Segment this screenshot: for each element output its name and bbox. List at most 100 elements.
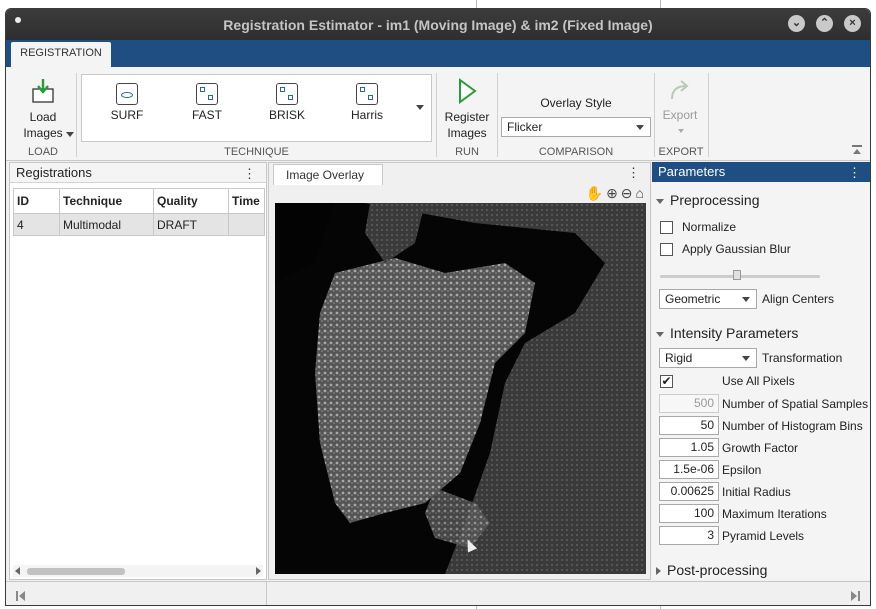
scroll-right-icon[interactable]: [256, 567, 261, 575]
column-header-time[interactable]: Time: [228, 188, 265, 214]
scroll-left-icon[interactable]: [15, 567, 20, 575]
preprocessing-section-header[interactable]: Preprocessing: [656, 192, 760, 208]
align-centers-dropdown[interactable]: Geometric: [659, 289, 757, 309]
load-images-label: Load Images: [23, 110, 63, 140]
histogram-bins-label: Number of Histogram Bins: [722, 419, 863, 433]
postprocessing-section-header[interactable]: Post-processing: [656, 562, 767, 578]
chevron-down-icon: [636, 125, 644, 130]
group-divider: [497, 73, 498, 157]
title-bar[interactable]: Registration Estimator - im1 (Moving Ima…: [6, 9, 870, 40]
window-title: Registration Estimator - im1 (Moving Ima…: [223, 17, 653, 33]
cell-quality[interactable]: DRAFT: [153, 213, 229, 236]
group-divider: [76, 73, 77, 157]
cell-id[interactable]: 4: [13, 213, 60, 236]
chevron-down-icon: [678, 129, 684, 133]
parameters-panel: Parameters ⋮ Preprocessing Normalize App…: [652, 162, 870, 580]
cell-time[interactable]: [228, 213, 265, 236]
more-options-icon[interactable]: ⋮: [243, 164, 256, 184]
last-page-icon[interactable]: [858, 591, 860, 601]
load-images-icon: [32, 79, 54, 103]
tab-image-overlay[interactable]: Image Overlay: [273, 164, 383, 185]
transformation-dropdown[interactable]: Rigid: [659, 348, 757, 368]
registrations-panel-header: Registrations ⋮: [10, 163, 266, 183]
register-images-button[interactable]: Register Images: [440, 77, 494, 141]
spatial-samples-label: Number of Spatial Samples: [722, 397, 869, 411]
initial-radius-field[interactable]: 0.00625: [659, 482, 719, 501]
column-header-technique[interactable]: Technique: [59, 188, 154, 214]
minimize-icon[interactable]: ⌄: [788, 15, 805, 32]
pyramid-levels-label: Pyramid Levels: [722, 529, 805, 543]
harris-icon: [356, 83, 378, 105]
technique-surf[interactable]: SURF: [97, 83, 157, 122]
initial-radius-label: Initial Radius: [722, 485, 791, 499]
group-divider: [708, 73, 709, 157]
chevron-down-icon: [656, 331, 664, 337]
axes-toolbar: ✋⊕⊖⌂: [586, 185, 647, 202]
chevron-down-icon: [656, 198, 664, 204]
export-button[interactable]: Export: [658, 77, 702, 133]
technique-harris[interactable]: Harris: [337, 83, 397, 122]
technique-gallery-expand[interactable]: [416, 105, 424, 110]
ribbon: Load Images LOAD SURF FAST BRISK Harris: [6, 67, 870, 161]
scrollbar-thumb[interactable]: [27, 568, 125, 575]
transformation-value: Rigid: [665, 351, 693, 365]
overlay-style-value: Flicker: [507, 120, 543, 134]
toolstrip-tabs: REGISTRATION: [6, 40, 870, 67]
technique-fast[interactable]: FAST: [177, 83, 237, 122]
column-header-id[interactable]: ID: [13, 188, 60, 214]
first-page-icon-arrow: [19, 591, 25, 601]
growth-factor-label: Growth Factor: [722, 441, 799, 455]
epsilon-label: Epsilon: [722, 463, 762, 477]
max-iterations-field[interactable]: 100: [659, 504, 719, 523]
table-row[interactable]: 4 Multimodal DRAFT: [13, 213, 265, 236]
play-icon: [459, 78, 477, 104]
technique-brisk[interactable]: BRISK: [257, 83, 317, 122]
overlay-style-dropdown[interactable]: Flicker: [501, 117, 651, 137]
horizontal-scrollbar[interactable]: [13, 565, 263, 577]
chevron-down-icon: [742, 356, 750, 361]
cell-technique[interactable]: Multimodal: [59, 213, 154, 236]
pan-icon[interactable]: ✋: [586, 185, 606, 201]
max-iterations-label: Maximum Iterations: [722, 507, 827, 521]
export-group-label: EXPORT: [658, 146, 704, 158]
overlay-image[interactable]: [275, 203, 646, 574]
gaussian-blur-label: Apply Gaussian Blur: [682, 242, 791, 256]
register-images-label: Register Images: [444, 110, 490, 140]
maximize-icon[interactable]: ⌃: [816, 15, 833, 32]
export-label: Export: [662, 108, 698, 122]
chevron-down-icon: [66, 132, 74, 137]
postprocessing-label: Post-processing: [667, 562, 768, 578]
normalize-checkbox[interactable]: [660, 221, 673, 234]
load-images-button[interactable]: Load Images: [14, 77, 74, 141]
brisk-icon: [276, 83, 298, 105]
close-icon[interactable]: ×: [844, 15, 861, 32]
use-all-pixels-label: Use All Pixels: [722, 374, 795, 388]
zoom-in-icon[interactable]: ⊕: [606, 185, 621, 201]
fast-icon: [196, 83, 218, 105]
histogram-bins-field[interactable]: 50: [659, 416, 719, 435]
column-header-quality[interactable]: Quality: [153, 188, 229, 214]
use-all-pixels-checkbox[interactable]: ✔: [660, 375, 673, 388]
table-header-row: ID Technique Quality Time: [13, 188, 265, 214]
gaussian-blur-checkbox[interactable]: [660, 243, 673, 256]
first-page-icon[interactable]: [16, 591, 18, 601]
more-options-icon[interactable]: ⋮: [627, 165, 640, 181]
intensity-section-header[interactable]: Intensity Parameters: [656, 325, 798, 341]
status-divider: [266, 582, 267, 605]
zoom-out-icon[interactable]: ⊖: [621, 185, 636, 201]
last-page-icon-arrow: [851, 591, 857, 601]
tab-registration[interactable]: REGISTRATION: [11, 42, 111, 67]
collapse-ribbon-icon[interactable]: [852, 145, 862, 154]
spatial-samples-field[interactable]: 500: [659, 394, 719, 413]
technique-group-label: TECHNIQUE: [224, 146, 289, 158]
overlay-image-canvas: [275, 203, 646, 574]
more-options-icon[interactable]: ⋮: [848, 163, 861, 183]
growth-factor-field[interactable]: 1.05: [659, 438, 719, 457]
technique-fast-label: FAST: [191, 108, 222, 122]
overlay-style-label: Overlay Style: [540, 96, 612, 110]
registrations-title: Registrations: [16, 165, 92, 180]
epsilon-field[interactable]: 1.5e-06: [659, 460, 719, 479]
blur-slider-thumb[interactable]: [733, 270, 741, 280]
pyramid-levels-field[interactable]: 3: [659, 526, 719, 545]
home-icon[interactable]: ⌂: [636, 185, 647, 201]
